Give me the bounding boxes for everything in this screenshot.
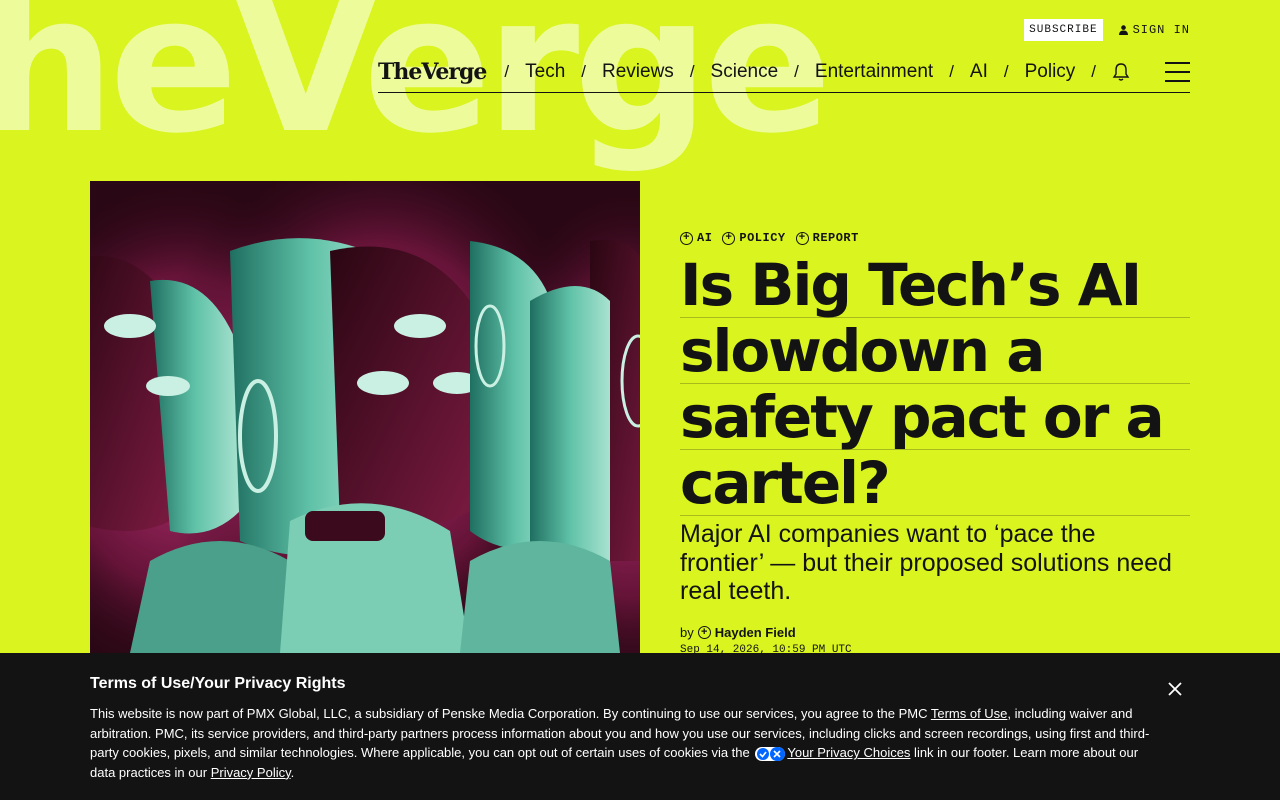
nav-separator: / [1091,62,1097,81]
subscribe-button[interactable]: SUBSCRIBE [1024,19,1103,41]
nav-separator: / [949,62,954,81]
privacy-choices-icon [755,746,786,761]
plus-icon: + [722,231,736,245]
tag-report[interactable]: + REPORT [795,231,859,245]
tag-policy[interactable]: + POLICY [722,231,785,245]
author-link[interactable]: Hayden Field [715,625,796,640]
nav-separator: / [581,62,586,81]
bell-icon[interactable] [1112,62,1130,82]
sign-in-link[interactable]: SIGN IN [1118,23,1190,37]
sign-in-label: SIGN IN [1132,23,1190,37]
terms-of-use-link[interactable]: Terms of Use [931,706,1008,721]
nav-separator: / [504,62,510,81]
cookie-banner: Terms of Use/Your Privacy Rights This we… [0,653,1280,800]
headline-line: cartel? [680,450,1190,516]
nav-separator: / [794,62,799,81]
top-bar: SUBSCRIBE SIGN IN [1024,19,1190,41]
cookie-banner-text: This website is now part of PMX Global, … [90,706,1150,780]
menu-hamburger-icon[interactable] [1165,62,1190,82]
nav-item-policy[interactable]: Policy [1025,61,1076,83]
close-icon[interactable] [1166,680,1184,698]
article-headline: Is Big Tech’s AI slowdown a safety pact … [680,252,1190,516]
nav-item-science[interactable]: Science [711,61,779,83]
headline-line: slowdown a [680,318,1190,384]
hero-illustration [90,181,640,653]
main-nav: TheVerge / Tech / Reviews / Science / En… [378,52,1190,93]
article-dek: Major AI companies want to ‘pace the fro… [680,520,1172,605]
byline: by + Hayden Field [680,625,796,640]
nav-item-entertainment[interactable]: Entertainment [815,61,933,83]
article-tags: + AI + POLICY + REPORT [680,231,859,245]
verge-logo[interactable]: TheVerge [378,57,487,87]
nav-item-tech[interactable]: Tech [525,61,565,83]
user-icon [1118,25,1128,35]
privacy-choices-link[interactable]: Your Privacy Choices [787,745,910,760]
nav-separator: / [1003,62,1009,81]
nav-item-ai[interactable]: AI [970,61,988,83]
plus-icon: + [795,231,809,245]
plus-icon: + [680,231,693,245]
headline-line: safety pact or a [680,384,1190,450]
nav-separator: / [689,62,695,81]
headline-line: Is Big Tech’s AI [680,252,1190,318]
byline-prefix: by [680,625,694,640]
nav-item-reviews[interactable]: Reviews [602,61,674,83]
privacy-policy-link[interactable]: Privacy Policy [211,765,291,780]
follow-plus-icon[interactable]: + [697,626,711,639]
tag-ai[interactable]: + AI [680,231,712,245]
cookie-banner-title: Terms of Use/Your Privacy Rights [90,675,346,692]
